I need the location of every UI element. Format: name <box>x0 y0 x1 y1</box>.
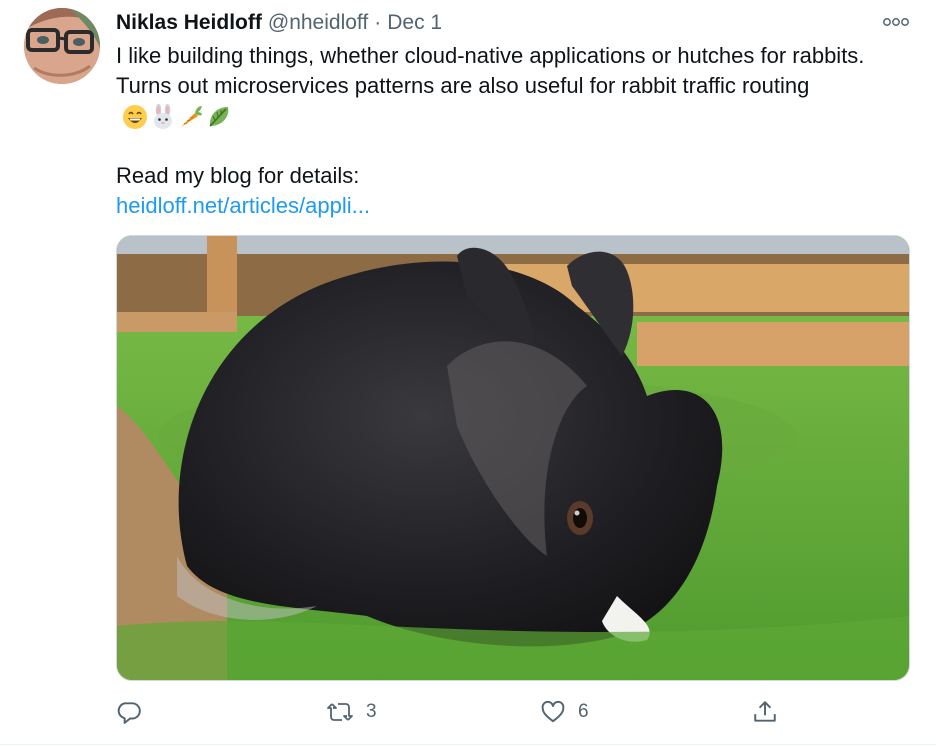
more-dots-icon <box>883 18 909 26</box>
header-separator: · <box>374 11 382 34</box>
retweet-count: 3 <box>366 701 377 722</box>
rabbit-photo <box>117 236 909 680</box>
leafy-green-emoji <box>206 104 232 130</box>
tweet-actions: 3 6 <box>116 694 916 730</box>
author-handle[interactable]: @nheidloff <box>268 11 368 35</box>
reply-icon <box>117 702 141 724</box>
retweet-icon <box>327 703 353 721</box>
like-button[interactable]: 6 <box>540 694 589 730</box>
emoji-group <box>122 104 232 130</box>
tweet-image[interactable] <box>116 235 910 681</box>
rabbit-face-emoji <box>150 104 176 130</box>
carrot-emoji <box>178 104 204 130</box>
share-button[interactable] <box>752 694 778 730</box>
tweet-body: I like building things, whether cloud-na… <box>116 41 916 131</box>
retweet-button[interactable]: 3 <box>326 694 377 730</box>
tweet-header: Niklas Heidloff @nheidloff · Dec 1 <box>116 8 442 38</box>
reply-button[interactable] <box>116 694 154 730</box>
author-name[interactable]: Niklas Heidloff <box>116 11 262 35</box>
article-link[interactable]: heidloff.net/articles/appli... <box>116 193 370 218</box>
tweet-text: I like building things, whether cloud-na… <box>116 41 916 221</box>
share-icon <box>754 701 776 722</box>
heart-icon <box>541 700 565 723</box>
tweet-main-text: I like building things, whether cloud-na… <box>116 43 865 98</box>
tweet-divider <box>0 744 936 745</box>
tweet-date[interactable]: Dec 1 <box>387 11 442 35</box>
tweet-read-more: Read my blog for details: <box>116 163 360 188</box>
grinning-face-emoji <box>122 104 148 130</box>
more-button[interactable] <box>880 12 912 32</box>
like-count: 6 <box>578 701 589 722</box>
author-avatar[interactable] <box>24 8 100 84</box>
